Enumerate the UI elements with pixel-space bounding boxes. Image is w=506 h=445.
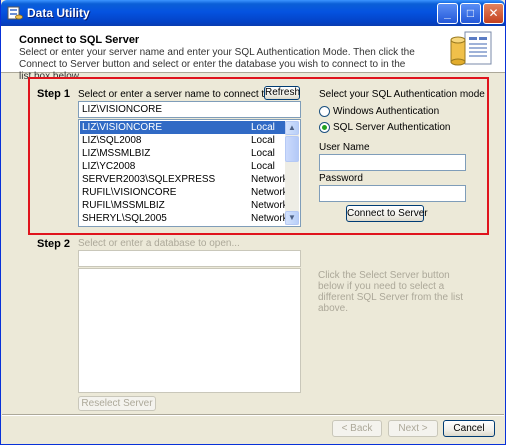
step1-label: Step 1 [37,88,71,100]
minimize-icon: _ [444,6,451,20]
header-title: Connect to SQL Server [19,34,140,46]
cancel-button[interactable]: Cancel [443,420,495,437]
list-item[interactable]: SHERYL\SQL2005 Network [80,212,288,225]
database-list[interactable] [78,268,301,393]
scroll-up-icon[interactable]: ▲ [285,121,299,135]
list-item[interactable]: RUFIL\VISIONCORE Network [80,186,288,199]
list-item[interactable]: LIZ\YC2008 Local [80,160,285,173]
database-document-icon [450,31,492,66]
database-input[interactable] [78,250,301,267]
refresh-button[interactable]: Refresh [264,86,300,100]
app-icon [7,6,23,20]
data-utility-window: Data Utility _ □ ✕ Connect to SQL Server… [0,0,506,445]
list-item[interactable]: SERVER2003\SQLEXPRESS Network [80,173,288,186]
step2-label: Step 2 [37,238,71,250]
scroll-thumb[interactable] [285,136,299,162]
password-label: Password [319,173,363,184]
list-item[interactable]: LIZ\MSSMLBIZ Local [80,147,285,160]
password-input[interactable] [319,185,466,202]
footer-divider-highlight [2,415,504,416]
connect-to-server-button[interactable]: Connect to Server [346,205,428,222]
window-title: Data Utility [27,6,90,20]
list-item[interactable]: RUFIL\MSSMLBIZ Network [80,199,288,212]
sql-auth-label[interactable]: SQL Server Authentication [333,122,450,133]
close-button[interactable]: ✕ [483,3,504,24]
back-button[interactable]: < Back [332,420,382,437]
username-input[interactable] [319,154,466,171]
auth-mode-heading: Select your SQL Authentication mode [319,89,485,100]
server-prompt: Select or enter a server name to connect… [78,89,279,100]
database-prompt: Select or enter a database to open... [78,238,240,249]
server-name-input[interactable]: LIZ\VISIONCORE [78,101,301,118]
windows-auth-label[interactable]: Windows Authentication [333,106,439,117]
radio-selected-dot [322,125,327,130]
server-list[interactable]: LIZ\VISIONCORE Local LIZ\SQL2008 Local LIZ… [78,119,301,227]
windows-auth-radio[interactable] [319,106,330,117]
title-bar[interactable]: Data Utility _ □ ✕ [1,0,505,26]
next-button[interactable]: Next > [388,420,438,437]
list-item[interactable]: LIZ\SQL2008 Local [80,134,285,147]
maximize-button[interactable]: □ [460,3,481,24]
maximize-icon: □ [466,6,475,20]
scroll-down-icon[interactable]: ▼ [285,211,299,225]
wizard-header: Connect to SQL Server Select or enter yo… [1,26,505,82]
reselect-server-button[interactable]: Reselect Server [78,396,156,411]
list-item[interactable]: LIZ\VISIONCORE Local [80,121,285,134]
username-label: User Name [319,142,370,153]
reselect-info-text: Click the Select Server button below if … [318,270,464,314]
close-icon: ✕ [488,6,499,20]
minimize-button[interactable]: _ [437,3,458,24]
server-list-scrollbar[interactable]: ▲ ▼ [285,121,299,225]
sql-auth-radio[interactable] [319,122,330,133]
